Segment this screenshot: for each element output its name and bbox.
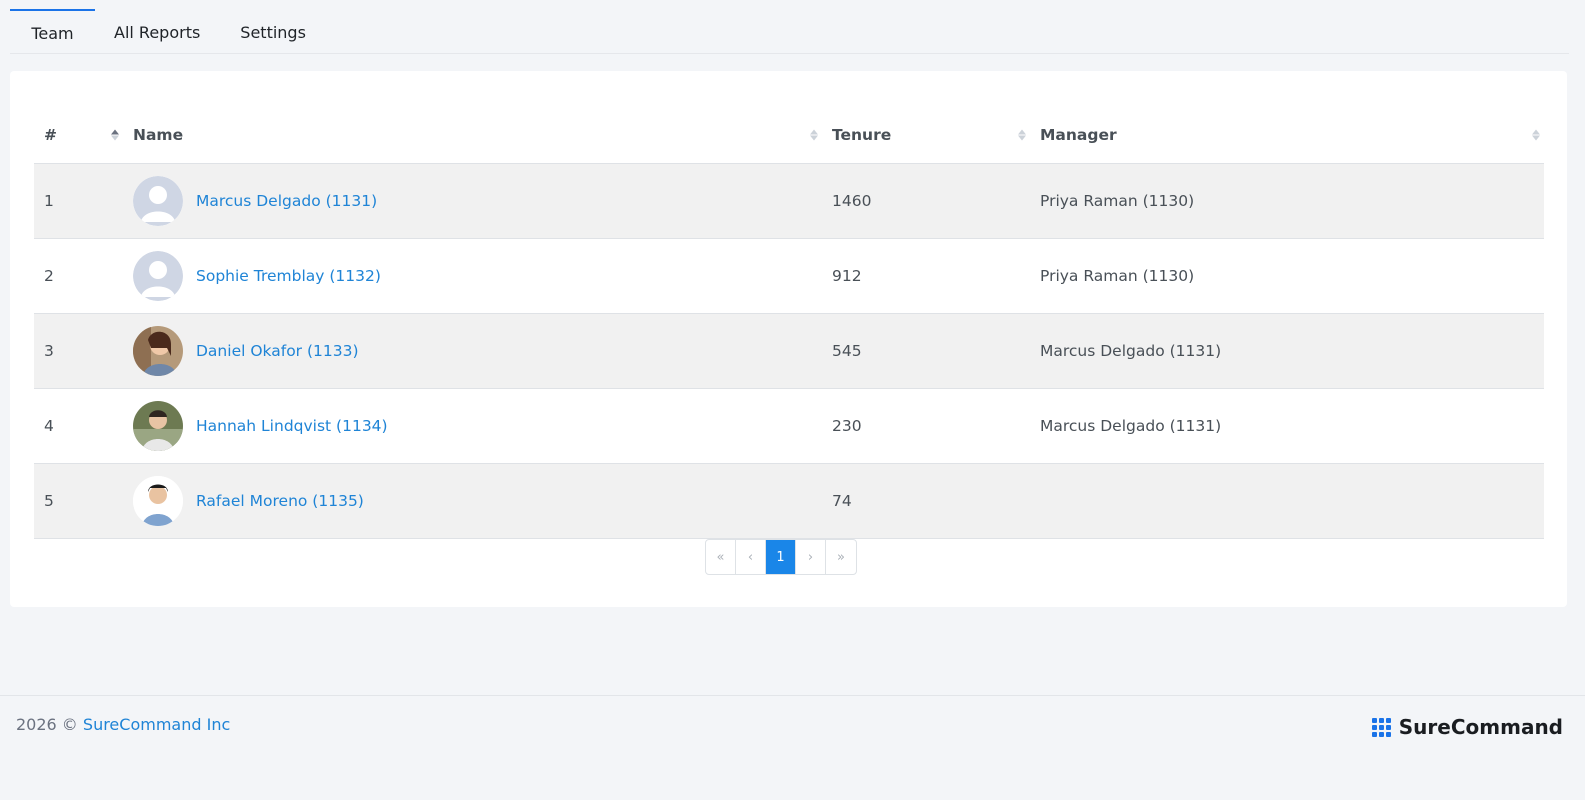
- prev-page-button[interactable]: ‹: [736, 540, 766, 574]
- tenure-cell: 912: [822, 238, 1030, 314]
- row-number: 5: [34, 463, 123, 539]
- tenure-cell: 1460: [822, 163, 1030, 239]
- last-page-button[interactable]: »: [826, 540, 856, 574]
- sort-icon: [1018, 129, 1026, 141]
- manager-cell: Marcus Delgado (1131): [1030, 388, 1544, 464]
- tab-bar: Team All Reports Settings: [10, 9, 1569, 54]
- column-header-tenure[interactable]: Tenure: [822, 108, 1030, 164]
- brand-name: SureCommand: [1398, 715, 1563, 739]
- copyright: 2026 © SureCommand Inc: [16, 715, 231, 734]
- page-1-button[interactable]: 1: [766, 540, 796, 574]
- sort-icon: [111, 129, 119, 141]
- employee-link[interactable]: Rafael Moreno (1135): [196, 492, 364, 510]
- row-number: 4: [34, 388, 123, 464]
- table-row: 2 Sophie Tremblay (1132) 912 Priya Raman…: [34, 238, 1544, 314]
- table-row: 4 Hannah Lindqvist (1134) 230 Marcus Del…: [34, 388, 1544, 464]
- avatar: [133, 400, 183, 451]
- tab-team[interactable]: Team: [10, 9, 95, 53]
- tab-settings[interactable]: Settings: [220, 9, 326, 53]
- employee-link[interactable]: Sophie Tremblay (1132): [196, 267, 381, 285]
- sort-icon: [810, 129, 818, 141]
- column-header-manager[interactable]: Manager: [1030, 108, 1544, 164]
- avatar: [133, 475, 183, 526]
- table-row: 3 Daniel Okafor (1133) 545 Marcus Delgad…: [34, 313, 1544, 389]
- column-header-number[interactable]: #: [34, 108, 123, 164]
- avatar: [133, 175, 183, 226]
- row-number: 3: [34, 313, 123, 389]
- avatar: [133, 325, 183, 376]
- tenure-cell: 74: [822, 463, 1030, 539]
- tab-all-reports[interactable]: All Reports: [95, 9, 220, 53]
- row-number: 1: [34, 163, 123, 239]
- grid-icon: [1371, 717, 1391, 737]
- team-table: # Name Tenure Manager 1 Marcus Delgado (…: [34, 108, 1544, 539]
- column-header-name[interactable]: Name: [123, 108, 822, 164]
- brand-logo: SureCommand: [1371, 715, 1563, 739]
- sort-icon: [1532, 129, 1540, 141]
- manager-cell: Priya Raman (1130): [1030, 163, 1544, 239]
- employee-link[interactable]: Hannah Lindqvist (1134): [196, 417, 388, 435]
- tenure-cell: 545: [822, 313, 1030, 389]
- row-number: 2: [34, 238, 123, 314]
- table-row: 5 Rafael Moreno (1135) 74: [34, 463, 1544, 539]
- employee-link[interactable]: Marcus Delgado (1131): [196, 192, 377, 210]
- tenure-cell: 230: [822, 388, 1030, 464]
- footer: 2026 © SureCommand Inc SureCommand: [0, 695, 1585, 800]
- company-link[interactable]: SureCommand Inc: [83, 715, 230, 734]
- avatar: [133, 250, 183, 301]
- employee-link[interactable]: Daniel Okafor (1133): [196, 342, 359, 360]
- manager-cell: [1030, 463, 1544, 539]
- pagination: « ‹ 1 › »: [705, 539, 857, 575]
- manager-cell: Priya Raman (1130): [1030, 238, 1544, 314]
- team-card: # Name Tenure Manager 1 Marcus Delgado (…: [10, 71, 1567, 607]
- table-row: 1 Marcus Delgado (1131) 1460 Priya Raman…: [34, 163, 1544, 239]
- manager-cell: Marcus Delgado (1131): [1030, 313, 1544, 389]
- next-page-button[interactable]: ›: [796, 540, 826, 574]
- first-page-button[interactable]: «: [706, 540, 736, 574]
